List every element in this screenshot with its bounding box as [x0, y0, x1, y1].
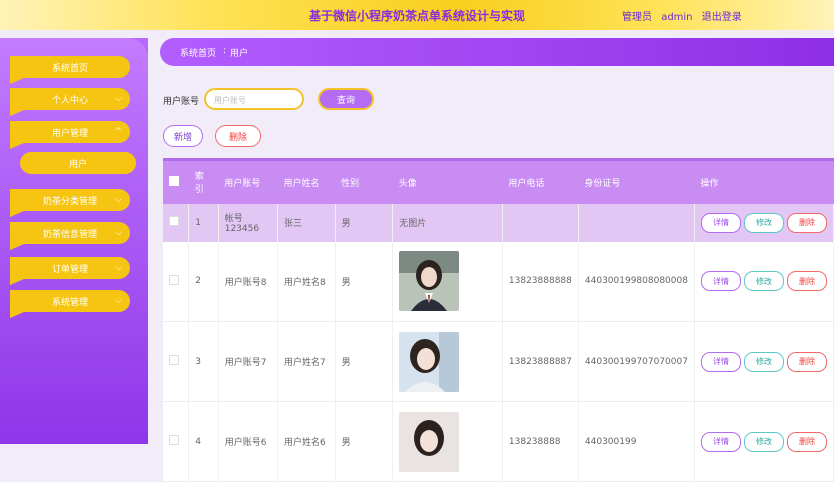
chevron-down-icon: ⌵ — [115, 296, 122, 306]
sidebar-item-label: 系统首页 — [51, 63, 88, 74]
cell-phone — [502, 203, 579, 242]
cell-account: 用户账号8 — [218, 241, 278, 322]
sidebar-item-label: 用户 — [68, 159, 87, 170]
col-name: 用户姓名 — [283, 178, 320, 189]
cell-index: 3 — [188, 321, 219, 402]
edit-button[interactable]: 修改 — [744, 431, 784, 452]
user-info: 管理员 admin 退出登录 — [622, 8, 748, 23]
row-checkbox[interactable] — [169, 216, 179, 226]
table-row: 3 用户账号7 用户姓名7 男 13823888887 440300199707… — [163, 321, 834, 402]
sidebar-panel: 系统首页 个人中心 ⌵ 用户管理 ^ 用户 奶茶分类管理 ⌵ 奶茶信息管理 ⌵ … — [0, 38, 148, 444]
sidebar-item-profile[interactable]: 个人中心 ⌵ — [10, 88, 130, 116]
table-row: 2 用户账号8 用户姓名8 男 13823888888 440300199808… — [163, 241, 834, 322]
breadcrumb: 系统首页 : 用户 — [160, 38, 834, 66]
sidebar: 系统首页 个人中心 ⌵ 用户管理 ^ 用户 奶茶分类管理 ⌵ 奶茶信息管理 ⌵ … — [0, 38, 148, 444]
batch-delete-button[interactable]: 删除 — [215, 125, 261, 147]
breadcrumb-home[interactable]: 系统首页 — [180, 46, 216, 59]
cell-gender: 男 — [335, 401, 394, 482]
cell-index: 2 — [188, 241, 219, 322]
avatar — [399, 331, 460, 392]
chevron-down-icon: ⌵ — [115, 195, 122, 205]
sidebar-item-home[interactable]: 系统首页 — [10, 56, 130, 84]
sidebar-item-orders[interactable]: 订单管理 ⌵ — [10, 257, 130, 285]
main-content: 系统首页 : 用户 用户账号 用户账号 查询 新增 删除 索引 用户账号 用户姓… — [160, 38, 834, 482]
col-account: 用户账号 — [224, 178, 261, 189]
cell-avatar-empty: 无图片 — [392, 203, 503, 242]
cell-id-card: 440300199 — [578, 401, 696, 482]
col-phone: 用户电话 — [508, 178, 545, 189]
edit-button[interactable]: 修改 — [744, 271, 784, 292]
delete-button[interactable]: 删除 — [787, 351, 827, 372]
row-checkbox[interactable] — [169, 274, 179, 285]
cell-index: 4 — [188, 401, 219, 482]
chevron-down-icon: ⌵ — [115, 228, 122, 238]
cell-name: 用户姓名8 — [277, 241, 336, 322]
delete-button[interactable]: 删除 — [787, 431, 827, 452]
row-checkbox[interactable] — [169, 355, 179, 365]
cell-name: 张三 — [277, 203, 336, 242]
sidebar-item-tea-info[interactable]: 奶茶信息管理 ⌵ — [10, 222, 130, 250]
select-all-checkbox[interactable] — [169, 175, 179, 186]
sidebar-item-user-management[interactable]: 用户管理 ^ — [10, 121, 130, 149]
search-label: 用户账号 — [163, 97, 200, 107]
sidebar-item-label: 系统管理 — [51, 297, 88, 308]
breadcrumb-current: 用户 — [230, 49, 249, 59]
edit-button[interactable]: 修改 — [744, 351, 784, 372]
cell-id-card — [578, 203, 696, 242]
detail-button[interactable]: 详情 — [701, 271, 741, 292]
cell-phone: 13823888888 — [502, 241, 579, 322]
col-gender: 性别 — [341, 178, 360, 189]
cell-name: 用户姓名6 — [277, 401, 336, 482]
sidebar-subitem-user[interactable]: 用户 — [20, 152, 136, 174]
top-bar: 基于微信小程序奶茶点单系统设计与实现 管理员 admin 退出登录 — [0, 0, 834, 30]
cell-phone: 138238888 — [502, 401, 579, 482]
cell-account: 用户账号7 — [218, 321, 278, 402]
chevron-up-icon: ^ — [114, 127, 122, 137]
sidebar-item-tea-category[interactable]: 奶茶分类管理 ⌵ — [10, 189, 130, 217]
sidebar-item-label: 奶茶分类管理 — [42, 196, 97, 207]
detail-button[interactable]: 详情 — [701, 351, 741, 372]
search-input[interactable]: 用户账号 — [204, 88, 304, 110]
detail-button[interactable]: 详情 — [701, 431, 741, 452]
col-index: 索引 — [194, 172, 204, 196]
cell-gender: 男 — [335, 321, 394, 402]
sidebar-item-label: 用户管理 — [51, 128, 88, 139]
cell-account: 用户账号6 — [218, 401, 278, 482]
user-role: 管理员 — [622, 12, 652, 23]
edit-button[interactable]: 修改 — [744, 212, 784, 233]
sidebar-item-label: 个人中心 — [51, 95, 88, 106]
sidebar-item-label: 订单管理 — [51, 264, 88, 275]
cell-name: 用户姓名7 — [277, 321, 336, 402]
username: admin — [661, 12, 693, 23]
cell-gender: 男 — [335, 203, 394, 242]
query-button[interactable]: 查询 — [318, 88, 374, 110]
cell-account: 帐号123456 — [218, 203, 278, 242]
delete-button[interactable]: 删除 — [787, 212, 827, 233]
detail-button[interactable]: 详情 — [701, 212, 741, 233]
cell-id-card: 440300199707070007 — [578, 321, 696, 402]
sidebar-item-system[interactable]: 系统管理 ⌵ — [10, 290, 130, 318]
breadcrumb-separator: : — [223, 46, 227, 56]
chevron-down-icon: ⌵ — [115, 94, 122, 104]
col-avatar: 头像 — [398, 178, 417, 189]
cell-id-card: 440300199808080008 — [578, 241, 696, 322]
table-header-row: 索引 用户账号 用户姓名 性别 头像 用户电话 身份证号 操作 — [163, 159, 834, 204]
cell-index: 1 — [188, 203, 219, 242]
sidebar-item-label: 奶茶信息管理 — [42, 229, 97, 240]
chevron-down-icon: ⌵ — [115, 263, 122, 273]
col-actions: 操作 — [700, 178, 719, 189]
user-table: 索引 用户账号 用户姓名 性别 头像 用户电话 身份证号 操作 1 帐号1234… — [163, 158, 834, 482]
avatar — [399, 411, 460, 472]
table-row: 4 用户账号6 用户姓名6 男 138238888 440300199 详情 修… — [163, 401, 834, 482]
cell-gender: 男 — [335, 241, 394, 322]
logout-link[interactable]: 退出登录 — [702, 12, 742, 23]
col-id-card: 身份证号 — [584, 178, 621, 189]
table-row: 1 帐号123456 张三 男 无图片 详情 修改 删除 — [163, 203, 834, 242]
add-button[interactable]: 新增 — [163, 125, 203, 147]
delete-button[interactable]: 删除 — [787, 271, 827, 292]
avatar — [399, 251, 460, 312]
cell-phone: 13823888887 — [502, 321, 579, 402]
